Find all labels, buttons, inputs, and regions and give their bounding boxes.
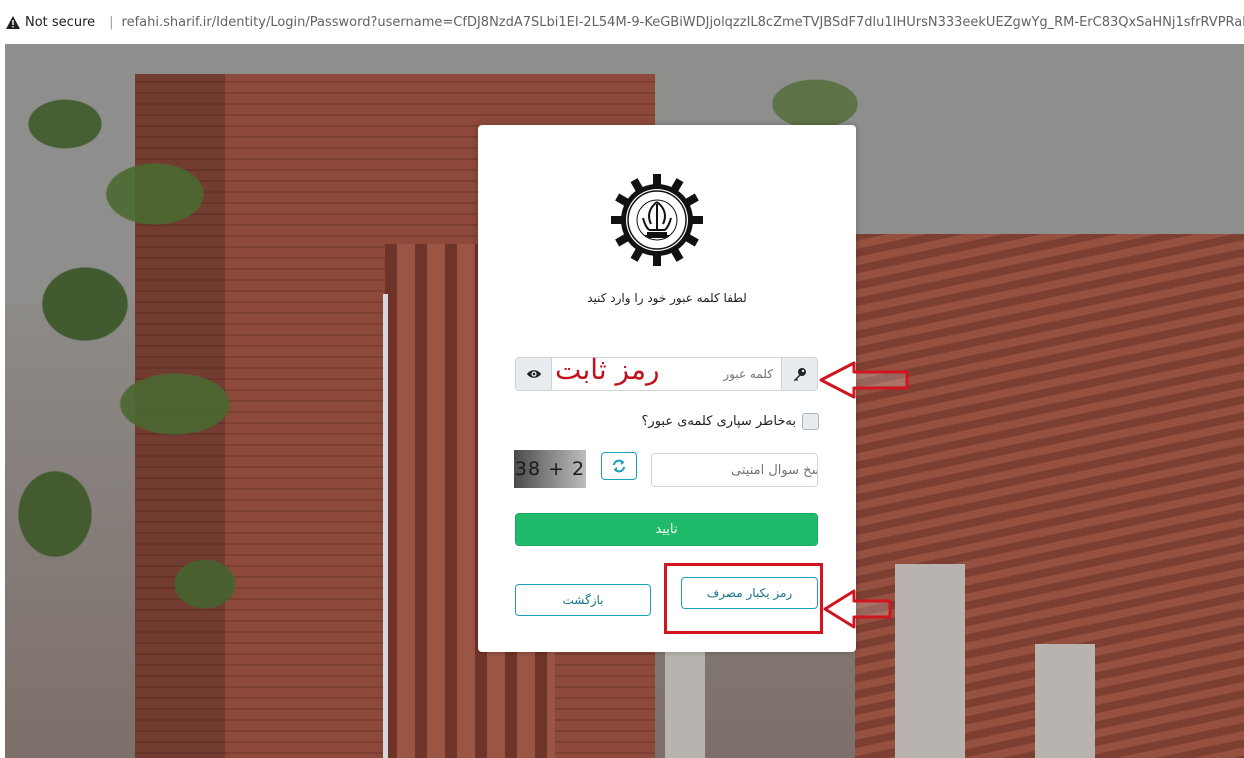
security-indicator[interactable]: Not secure <box>6 15 95 30</box>
one-time-password-button[interactable]: رمز یکبار مصرف <box>681 577 818 609</box>
security-label: Not secure <box>25 14 96 30</box>
captcha-image: 38 + 2 <box>514 450 586 488</box>
url-text[interactable]: refahi.sharif.ir/Identity/Login/Password… <box>122 15 1244 30</box>
password-input-group <box>515 357 818 391</box>
address-separator: | <box>109 14 114 30</box>
university-logo <box>611 174 703 266</box>
background-pillar <box>1035 644 1095 758</box>
remember-label: به‌خاطر سپاری کلمه‌ی عبور؟ <box>641 414 796 429</box>
checkbox-box[interactable] <box>802 413 819 430</box>
key-addon <box>781 358 817 390</box>
eye-icon <box>526 370 541 378</box>
remember-password-checkbox[interactable]: به‌خاطر سپاری کلمه‌ی عبور؟ <box>642 413 819 430</box>
login-card: لطفا کلمه عبور خود را وارد کنید رمز ثابت… <box>478 125 856 652</box>
password-field[interactable] <box>552 358 781 390</box>
background-tree <box>5 44 265 684</box>
captcha-answer-field[interactable] <box>652 454 817 486</box>
background-pillar <box>895 564 965 758</box>
address-bar[interactable]: Not secure | refahi.sharif.ir/Identity/L… <box>0 0 1244 44</box>
back-button[interactable]: بازگشت <box>515 584 651 616</box>
refresh-captcha-button[interactable] <box>601 452 637 480</box>
captcha-input-group <box>651 453 818 487</box>
login-instruction: لطفا کلمه عبور خود را وارد کنید <box>587 291 747 305</box>
submit-button[interactable]: تایید <box>515 513 818 546</box>
key-icon <box>793 367 806 381</box>
show-password-button[interactable] <box>516 358 552 390</box>
warning-triangle-icon <box>6 15 20 29</box>
background-lamppost <box>383 294 388 758</box>
refresh-icon <box>613 459 625 473</box>
